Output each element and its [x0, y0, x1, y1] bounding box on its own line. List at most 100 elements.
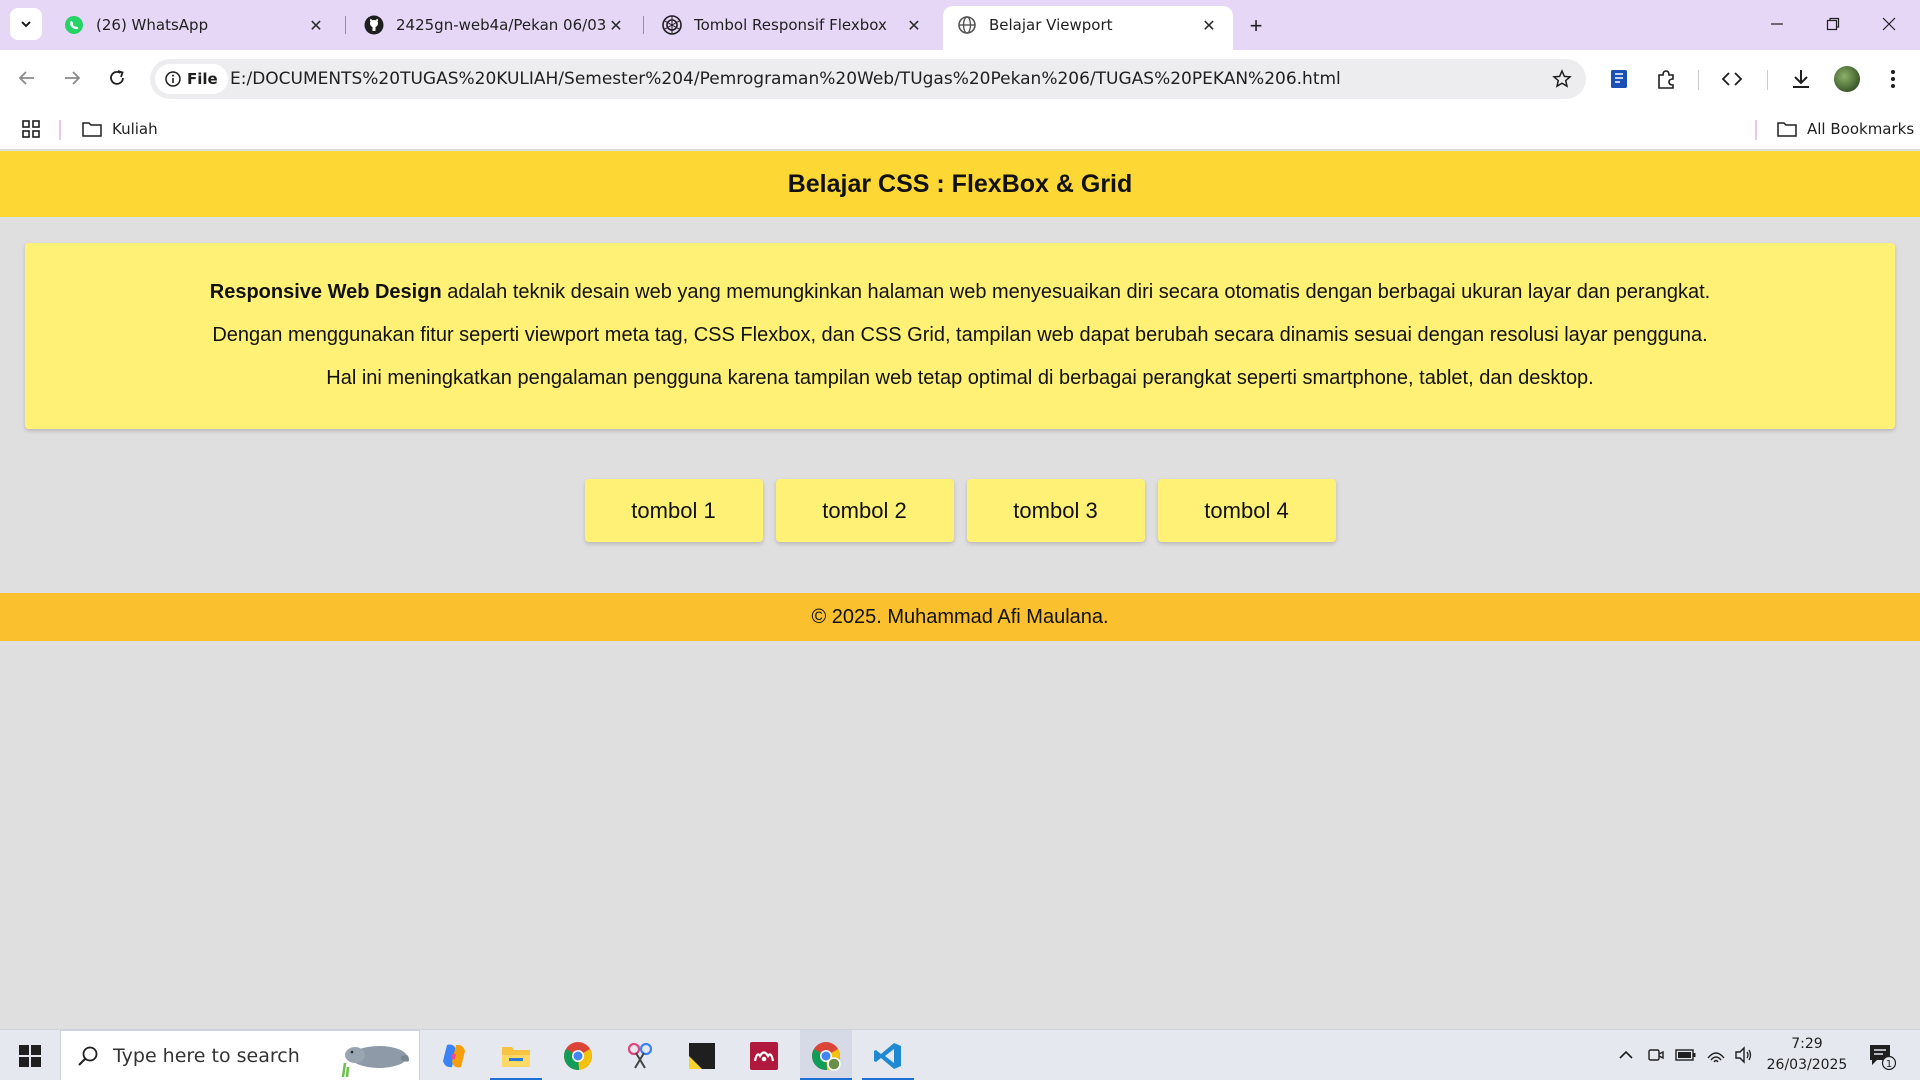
- clock-date: 26/03/2025: [1766, 1057, 1848, 1073]
- restore-icon: [1826, 17, 1840, 31]
- forward-button[interactable]: [56, 62, 88, 94]
- intro-paragraph-2: Dengan menggunakan fitur seperti viewpor…: [212, 324, 1708, 346]
- apps-button[interactable]: [22, 116, 40, 142]
- folder-icon: [82, 122, 102, 137]
- new-tab-button[interactable]: +: [1243, 13, 1269, 39]
- download-icon: [1793, 70, 1809, 88]
- tab-strip: (26) WhatsApp ✕ 2425gn-web4a/Pekan 06/03…: [0, 0, 1920, 50]
- clock-time: 7:29: [1791, 1036, 1823, 1052]
- windows-logo-icon: [19, 1045, 41, 1067]
- menu-button[interactable]: [1878, 64, 1908, 94]
- tab-title: (26) WhatsApp: [96, 16, 209, 34]
- reload-icon: [110, 70, 124, 85]
- tab-title: Belajar Viewport: [989, 16, 1113, 34]
- bookmark-divider: [59, 120, 61, 140]
- copilot-icon: [443, 1044, 465, 1067]
- tray-meet-now[interactable]: [1645, 1044, 1667, 1066]
- tab-belajar-viewport[interactable]: Belajar Viewport ✕: [943, 6, 1233, 50]
- downloads-button[interactable]: [1786, 64, 1816, 94]
- taskbar-sticky-notes[interactable]: [676, 1030, 728, 1080]
- url-text: E:/DOCUMENTS%20TUGAS%20KULIAH/Semester%2…: [230, 69, 1341, 89]
- search-icon: [78, 1046, 98, 1066]
- tab-title: Tombol Responsif Flexbox: [694, 16, 887, 34]
- chrome-icon: [812, 1041, 841, 1071]
- page-footer: © 2025. Muhammad Afi Maulana.: [0, 593, 1920, 641]
- taskbar-file-explorer[interactable]: [490, 1030, 542, 1080]
- tab-search-button[interactable]: [10, 8, 42, 40]
- arrow-left-icon: [18, 71, 34, 85]
- tombol-2-button[interactable]: tombol 2: [775, 479, 954, 542]
- start-button[interactable]: [10, 1038, 50, 1074]
- globe-icon: [957, 15, 977, 35]
- reload-button[interactable]: [101, 62, 133, 94]
- bookmark-star-button[interactable]: [1550, 67, 1574, 91]
- taskbar-chrome-active[interactable]: [800, 1030, 852, 1080]
- close-icon[interactable]: ✕: [606, 15, 626, 35]
- minimize-icon: [1771, 23, 1783, 25]
- more-vertical-icon: [1891, 70, 1895, 88]
- tray-volume[interactable]: [1733, 1044, 1755, 1066]
- whatsapp-icon: [64, 15, 84, 35]
- tab-whatsapp[interactable]: (26) WhatsApp ✕: [50, 7, 340, 43]
- minimize-button[interactable]: [1754, 10, 1800, 38]
- taskbar-snipping-tool[interactable]: [614, 1030, 666, 1080]
- tombol-1-button[interactable]: tombol 1: [584, 479, 763, 542]
- intro-paragraph-3: Hal ini meningkatkan pengalaman pengguna…: [326, 367, 1594, 389]
- restore-button[interactable]: [1810, 10, 1856, 38]
- address-bar[interactable]: File E:/DOCUMENTS%20TUGAS%20KULIAH/Semes…: [150, 59, 1586, 99]
- folder-icon: [1777, 122, 1797, 137]
- intro-text: adalah teknik desain web yang memungkink…: [441, 281, 1711, 303]
- tombol-3-button[interactable]: tombol 3: [966, 479, 1145, 542]
- close-icon[interactable]: ✕: [306, 15, 326, 35]
- tab-flexbox[interactable]: Tombol Responsif Flexbox ✕: [648, 7, 938, 43]
- puzzle-icon: [1658, 70, 1674, 89]
- close-icon[interactable]: ✕: [904, 15, 924, 35]
- notification-center-button[interactable]: 1: [1866, 1040, 1898, 1072]
- info-icon: [165, 71, 181, 87]
- chrome-icon: [564, 1041, 592, 1070]
- mendeley-icon: [750, 1041, 778, 1070]
- toolbar-divider: [1698, 70, 1699, 90]
- tombol-4-button[interactable]: tombol 4: [1157, 479, 1336, 542]
- taskbar-vscode[interactable]: [862, 1030, 914, 1080]
- tab-github[interactable]: 2425gn-web4a/Pekan 06/030_B ✕: [350, 7, 640, 43]
- taskbar-mendeley[interactable]: [738, 1030, 790, 1080]
- close-window-button[interactable]: [1866, 10, 1912, 38]
- wifi-icon: [1707, 1052, 1725, 1063]
- page-title: Belajar CSS : FlexBox & Grid: [787, 169, 1133, 198]
- tray-battery[interactable]: [1675, 1044, 1697, 1066]
- bookmark-divider: [1755, 120, 1757, 140]
- bookmark-folder-kuliah[interactable]: Kuliah: [82, 116, 158, 142]
- chevron-up-icon: [1619, 1050, 1633, 1059]
- page-header: Belajar CSS : FlexBox & Grid: [0, 151, 1920, 217]
- back-button[interactable]: [11, 62, 43, 94]
- extensions-button[interactable]: [1651, 64, 1681, 94]
- taskbar-chrome[interactable]: [552, 1030, 604, 1080]
- tray-overflow-button[interactable]: [1615, 1044, 1637, 1066]
- arrow-right-icon: [65, 71, 81, 85]
- taskbar-search[interactable]: Type here to search: [60, 1030, 420, 1080]
- tray-wifi[interactable]: [1705, 1044, 1727, 1066]
- devtools-button[interactable]: [1717, 64, 1747, 94]
- camera-icon: [1648, 1049, 1664, 1061]
- github-icon: [364, 15, 384, 35]
- close-icon: [1882, 17, 1896, 31]
- code-icon: [1721, 72, 1743, 86]
- bookmarks-bar: Kuliah All Bookmarks: [0, 108, 1920, 150]
- intro-paragraph-1: Responsive Web Design adalah teknik desa…: [25, 271, 1895, 314]
- speaker-icon: [1735, 1046, 1752, 1064]
- profile-avatar[interactable]: [1834, 66, 1860, 92]
- sticky-note-icon: [689, 1042, 715, 1069]
- taskbar-clock[interactable]: 7:29 26/03/2025: [1762, 1034, 1852, 1076]
- toolbar-divider: [1767, 70, 1768, 90]
- star-icon: [1552, 69, 1572, 88]
- battery-icon: [1675, 1049, 1696, 1061]
- site-chip-label: File: [187, 70, 218, 88]
- close-icon[interactable]: ✕: [1199, 15, 1219, 35]
- all-bookmarks-button[interactable]: All Bookmarks: [1777, 116, 1914, 142]
- taskbar-copilot[interactable]: [428, 1030, 480, 1080]
- manatee-illustration-icon: [341, 1046, 409, 1077]
- site-info-chip[interactable]: File: [155, 64, 228, 94]
- browser-toolbar: File E:/DOCUMENTS%20TUGAS%20KULIAH/Semes…: [0, 50, 1920, 108]
- reading-list-button[interactable]: [1604, 64, 1634, 94]
